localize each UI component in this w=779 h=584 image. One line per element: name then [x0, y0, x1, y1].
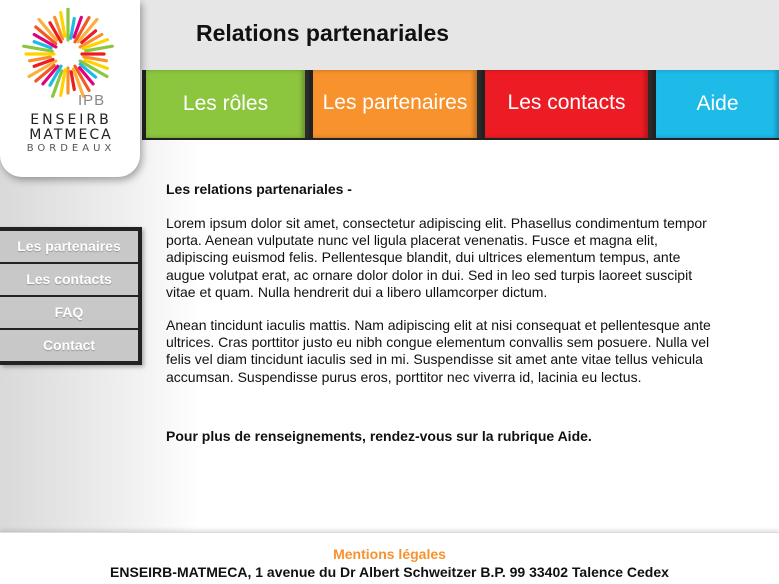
tab-les-roles-label: Les rôles — [182, 92, 269, 115]
logo-ipb-text: IPB — [78, 92, 106, 109]
page-title: Relations partenariales — [196, 20, 450, 46]
logo-enseirb-text: ENSEIRB — [30, 112, 112, 128]
tab-aide-label: Aide — [696, 92, 739, 115]
side-menu: Les partenaires Les contacts FAQ Contact — [0, 227, 142, 365]
side-item-faq[interactable]: FAQ — [0, 297, 138, 328]
tab-les-partenaires[interactable]: Les partenaires — [313, 70, 481, 138]
sunburst-logo-icon — [22, 8, 114, 98]
content-heading: Les relations partenariales - — [166, 181, 352, 197]
side-item-les-contacts[interactable]: Les contacts — [0, 264, 138, 295]
tab-les-partenaires-label: Les partenaires — [322, 91, 468, 114]
legal-notice-link[interactable]: Mentions légales — [0, 546, 779, 562]
footer-address: ENSEIRB-MATMECA, 1 avenue du Dr Albert S… — [110, 564, 669, 580]
tab-les-roles[interactable]: Les rôles — [146, 70, 309, 138]
main-content: Les relations partenariales - Lorem ipsu… — [166, 181, 711, 461]
side-item-les-partenaires[interactable]: Les partenaires — [0, 231, 138, 262]
tab-les-contacts[interactable]: Les contacts — [485, 70, 652, 138]
tab-les-contacts-label: Les contacts — [507, 91, 626, 114]
logo-bordeaux-text: BORDEAUX — [26, 143, 116, 154]
top-navigation: Les rôles Les partenaires Les contacts A… — [142, 70, 779, 140]
tab-aide[interactable]: Aide — [656, 70, 779, 138]
content-paragraph-2: Anean tincidunt iaculis mattis. Nam adip… — [166, 317, 711, 385]
more-info-text: Pour plus de renseignements, rendez-vous… — [166, 427, 592, 444]
content-paragraph-1: Lorem ipsum dolor sit amet, consectetur … — [166, 215, 707, 300]
side-item-contact[interactable]: Contact — [0, 330, 138, 361]
logo-matmeca-text: MATMECA — [29, 127, 113, 143]
footer: Mentions légales ENSEIRB-MATMECA, 1 aven… — [0, 532, 779, 584]
school-logo[interactable]: IPB ENSEIRB MATMECA BORDEAUX — [0, 0, 140, 177]
